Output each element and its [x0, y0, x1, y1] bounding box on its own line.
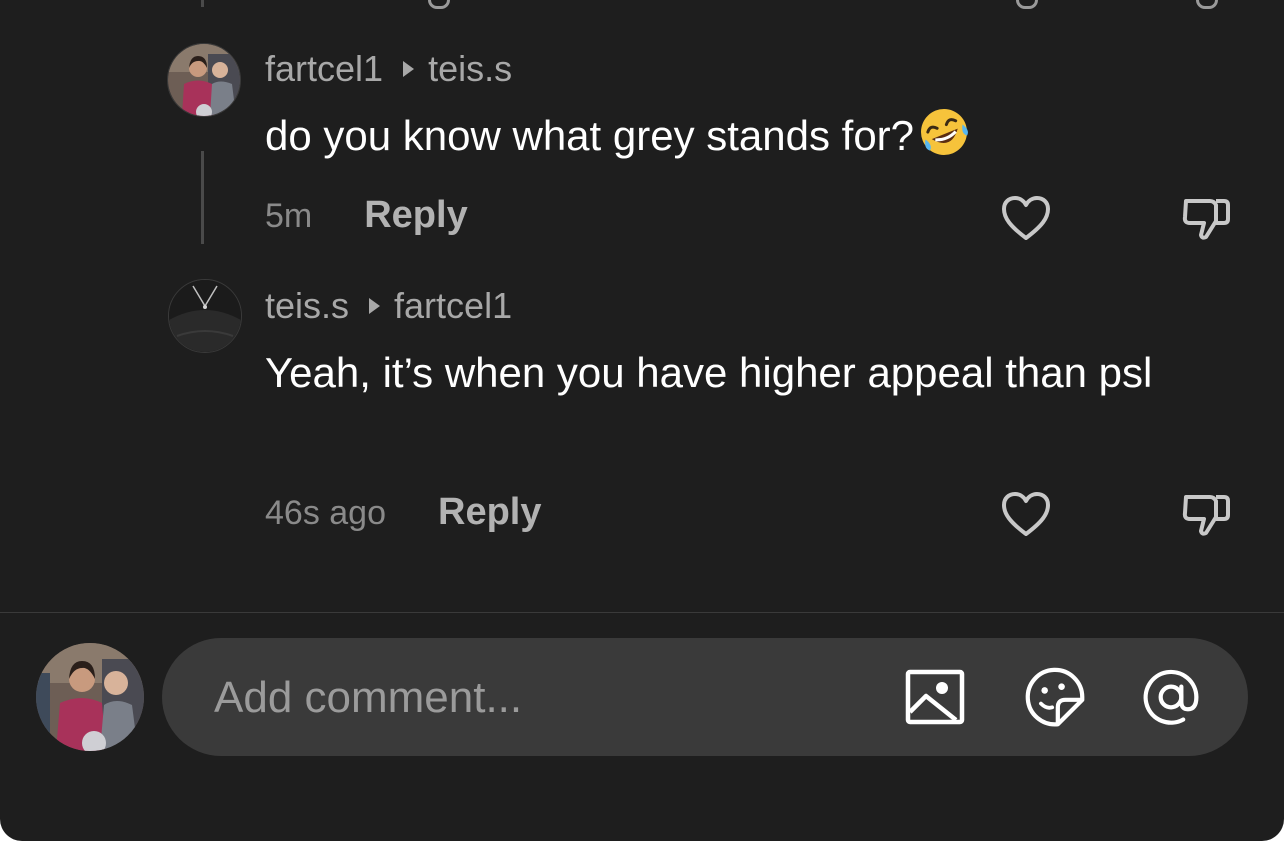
previous-reply-fragment [428, 0, 450, 9]
previous-dislike-fragment [1196, 0, 1218, 9]
avatar[interactable] [168, 279, 242, 353]
comment-header: fartcel1 teis.s [265, 48, 512, 90]
reply-button[interactable]: Reply [438, 491, 541, 534]
composer-divider [0, 612, 1284, 613]
mention-button[interactable] [1140, 666, 1202, 728]
reply-to-name[interactable]: teis.s [428, 48, 512, 90]
dislike-button[interactable] [1178, 486, 1234, 542]
comment-text-row: do you know what grey stands for? [265, 106, 1225, 173]
dislike-button[interactable] [1178, 190, 1234, 246]
thumbs-down-icon [1182, 495, 1230, 536]
comment-box [162, 638, 1248, 756]
author-name[interactable]: teis.s [265, 285, 349, 327]
heart-icon [1002, 196, 1050, 240]
comments-panel: fartcel1 teis.s do you know what grey st… [0, 0, 1284, 841]
comment-time: 46s ago [265, 494, 386, 532]
like-button[interactable] [998, 190, 1054, 246]
comment-input[interactable] [212, 662, 856, 734]
comment-time: 5m [265, 197, 313, 235]
thread-line [201, 151, 204, 244]
composer-avatar [36, 643, 144, 751]
rolling-laughing-emoji-icon [918, 106, 970, 173]
author-name[interactable]: fartcel1 [265, 48, 383, 90]
reply-arrow-icon [369, 298, 381, 314]
add-sticker-button[interactable] [1024, 666, 1086, 728]
comment-text: do you know what grey stands for? [265, 112, 915, 159]
previous-like-fragment [1016, 0, 1038, 9]
comment-header: teis.s fartcel1 [265, 285, 512, 327]
reply-to-name[interactable]: fartcel1 [394, 285, 512, 327]
thumbs-down-icon [1182, 199, 1230, 240]
reply-arrow-icon [403, 61, 415, 77]
avatar[interactable] [167, 43, 241, 117]
mention-icon [1143, 669, 1199, 725]
image-icon [905, 669, 965, 725]
like-button[interactable] [998, 486, 1054, 542]
thread-line-top [201, 0, 204, 7]
add-image-button[interactable] [904, 666, 966, 728]
heart-icon [1002, 492, 1050, 536]
comment-meta: 46s ago Reply [265, 491, 541, 534]
comment-meta: 5m Reply [265, 194, 468, 237]
sticker-icon [1025, 667, 1085, 727]
reply-button[interactable]: Reply [364, 194, 467, 237]
comment-text: Yeah, it’s when you have higher appeal t… [265, 349, 1153, 396]
